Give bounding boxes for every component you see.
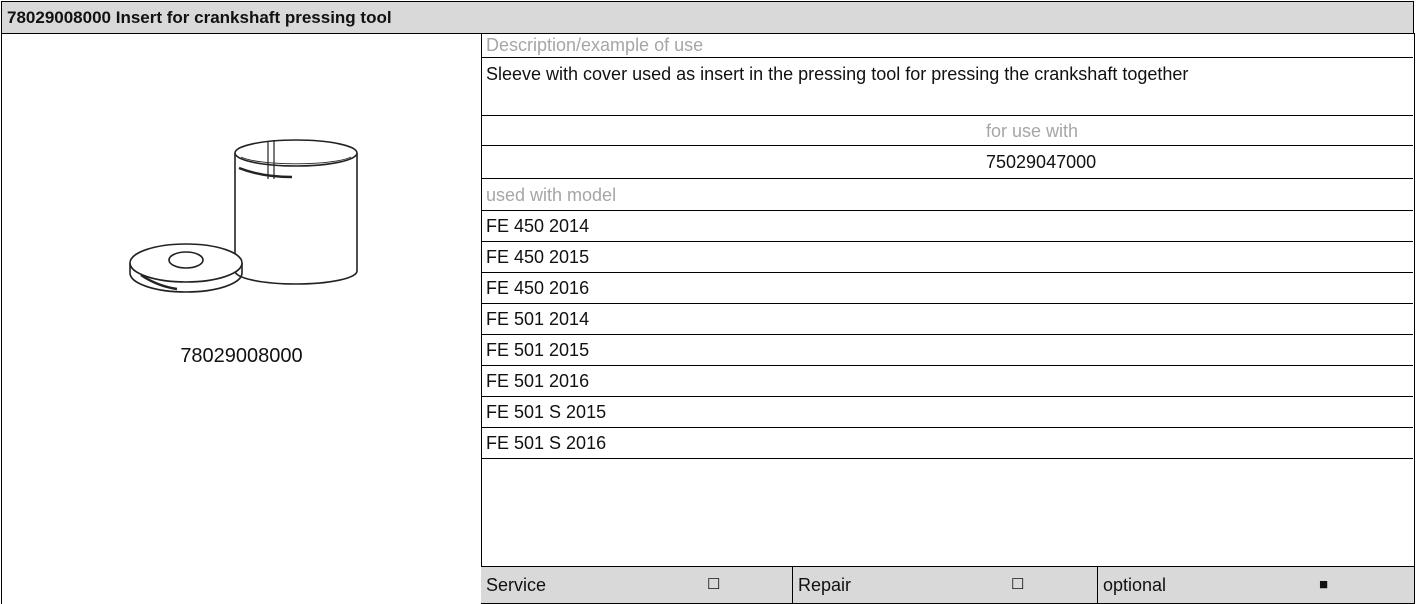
tool-sheet: 78029008000 Insert for crankshaft pressi… [0, 0, 1417, 604]
optional-label: optional [1103, 575, 1167, 595]
part-number-caption: 78029008000 [180, 345, 303, 367]
usage-category-bar: Service ☐ Repair ☐ optional ■ [481, 566, 1415, 604]
page-title: 78029008000 Insert for crankshaft pressi… [1, 1, 1414, 34]
repair-cell: Repair [792, 567, 1097, 603]
service-label: Service [486, 575, 547, 595]
model-row: FE 450 2015 [481, 242, 1413, 273]
for-use-with-label: for use with [481, 116, 1413, 146]
model-row: FE 501 S 2015 [481, 397, 1413, 428]
model-row: FE 450 2016 [481, 273, 1413, 304]
model-row: FE 501 S 2016 [481, 428, 1413, 459]
description-text: Sleeve with cover used as insert in the … [481, 58, 1413, 116]
model-row: FE 501 2016 [481, 366, 1413, 397]
models-label: used with model [481, 179, 1413, 211]
model-row: FE 501 2014 [481, 304, 1413, 335]
repair-checkbox: ☐ [1011, 576, 1025, 593]
service-cell: Service [481, 567, 792, 603]
sleeve-and-cover-illustration [129, 139, 358, 293]
model-row: FE 501 2015 [481, 335, 1413, 366]
for-use-with-value: 75029047000 [481, 146, 1413, 179]
model-row: FE 450 2014 [481, 211, 1413, 242]
optional-checkbox: ■ [1319, 576, 1329, 593]
illustration-cell: 78029008000 [1, 33, 482, 604]
optional-cell: optional [1097, 567, 1413, 603]
description-label: Description/example of use [481, 33, 1413, 58]
service-checkbox: ☐ [707, 576, 721, 593]
details-cell: Description/example of use Sleeve with c… [481, 33, 1415, 604]
repair-label: Repair [798, 575, 852, 595]
